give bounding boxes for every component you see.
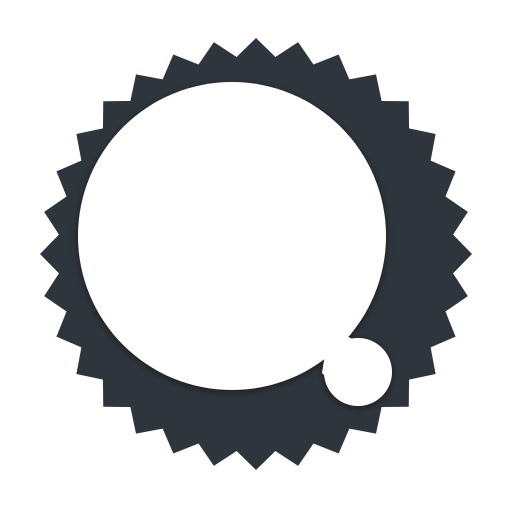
logo-canvas <box>0 0 512 512</box>
app-logo <box>0 0 512 512</box>
